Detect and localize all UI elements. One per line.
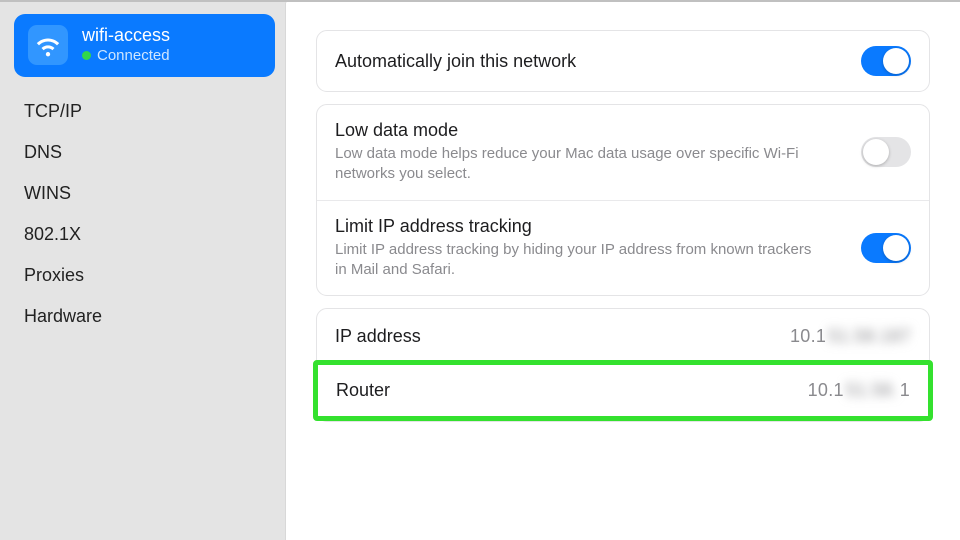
limit-ip-row: Limit IP address tracking Limit IP addre… [317, 200, 929, 296]
limit-ip-label: Limit IP address tracking [335, 216, 815, 237]
network-status-text: Connected [97, 47, 170, 65]
auto-join-row: Automatically join this network [317, 31, 929, 91]
network-text: wifi-access Connected [82, 25, 170, 65]
low-data-desc: Low data mode helps reduce your Mac data… [335, 144, 815, 185]
ip-address-label: IP address [335, 326, 421, 347]
low-data-label: Low data mode [335, 120, 815, 141]
sidebar-item-hardware[interactable]: Hardware [24, 296, 271, 337]
sidebar: wifi-access Connected TCP/IP DNS WINS 80… [0, 2, 285, 540]
sidebar-tabs: TCP/IP DNS WINS 802.1X Proxies Hardware [14, 77, 275, 337]
auto-join-label: Automatically join this network [335, 51, 576, 72]
wifi-icon [28, 25, 68, 65]
auto-join-card: Automatically join this network [316, 30, 930, 92]
router-label: Router [336, 380, 390, 401]
sidebar-item-tcpip[interactable]: TCP/IP [24, 91, 271, 132]
sidebar-network-card[interactable]: wifi-access Connected [14, 14, 275, 77]
limit-ip-desc: Limit IP address tracking by hiding your… [335, 240, 815, 281]
network-ssid: wifi-access [82, 25, 170, 47]
low-data-row: Low data mode Low data mode helps reduce… [317, 105, 929, 200]
limit-ip-toggle[interactable] [861, 233, 911, 263]
low-data-toggle[interactable] [861, 137, 911, 167]
router-value: 10.1 51.58. 1 [808, 380, 910, 401]
network-status: Connected [82, 47, 170, 65]
ip-info-card: IP address 10.1 51.58.187 Router 10.1 51… [316, 308, 930, 422]
sidebar-item-wins[interactable]: WINS [24, 173, 271, 214]
sidebar-item-dns[interactable]: DNS [24, 132, 271, 173]
sidebar-item-8021x[interactable]: 802.1X [24, 214, 271, 255]
main-panel: Automatically join this network Low data… [285, 2, 960, 540]
auto-join-toggle[interactable] [861, 46, 911, 76]
ip-address-value: 10.1 51.58.187 [790, 326, 911, 347]
router-row: Router 10.1 51.58. 1 [313, 360, 933, 421]
network-options-card: Low data mode Low data mode helps reduce… [316, 104, 930, 296]
ip-address-row: IP address 10.1 51.58.187 [317, 309, 929, 364]
status-dot-icon [82, 51, 91, 60]
sidebar-item-proxies[interactable]: Proxies [24, 255, 271, 296]
